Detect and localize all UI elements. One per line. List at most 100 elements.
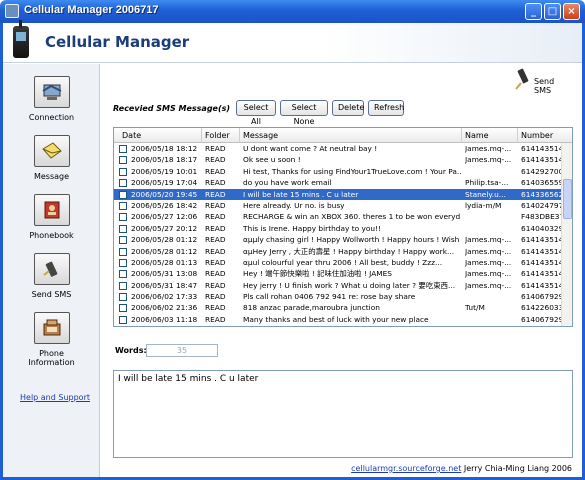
column-header-date[interactable]: Date <box>114 128 202 143</box>
row-checkbox[interactable] <box>119 236 127 245</box>
cell-name: lydia-m/M <box>465 200 502 210</box>
table-row[interactable]: 2006/06/03 11:18 READ Many thanks and best… <box>114 314 562 325</box>
send-sms-icon <box>33 253 70 285</box>
cell-message: RECHARGE & win an XBOX 360. theres 1 to … <box>243 212 461 222</box>
row-checkbox[interactable] <box>119 167 127 176</box>
cell-number: 6141435146 <box>521 246 561 256</box>
row-checkbox[interactable] <box>119 201 127 210</box>
row-checkbox[interactable] <box>119 156 127 165</box>
cell-folder: READ <box>205 178 226 188</box>
cell-folder: READ <box>205 246 226 256</box>
cell-date: 2006/06/03 11:18 <box>131 314 198 324</box>
row-checkbox[interactable] <box>119 293 127 302</box>
table-row[interactable]: 2006/06/02 21:36 READ 818 anzac parade,mar… <box>114 302 562 313</box>
cell-number: 6141435146 <box>521 144 561 153</box>
table-row[interactable]: 2006/06/03 21:22 READ αμμWhen u come, wait… <box>114 325 562 326</box>
table-row[interactable]: 2006/05/18 18:12 READ U dont want come ? A… <box>114 143 562 154</box>
table-row[interactable]: 2006/05/19 17:04 READ do you have work ema… <box>114 177 562 188</box>
sidebar-item-phonebook[interactable]: Phonebook <box>3 194 100 240</box>
cell-date: 2006/05/19 17:04 <box>131 178 198 188</box>
table-row[interactable]: 2006/05/26 18:42 READ Here already. Ur no.… <box>114 200 562 211</box>
cell-date: 2006/06/02 17:33 <box>131 292 198 302</box>
column-header-number[interactable]: Number <box>518 128 572 143</box>
row-checkbox[interactable] <box>119 190 127 199</box>
table-row[interactable]: 2006/05/19 10:01 READ Hi test, Thanks for … <box>114 166 562 177</box>
app-title: Cellular Manager <box>45 33 190 51</box>
mobile-phone-icon <box>13 20 29 58</box>
close-button[interactable]: × <box>563 3 580 20</box>
delete-button[interactable]: Delete <box>332 100 364 116</box>
table-row[interactable]: 2006/05/20 19:45 READ I will be late 15 mi… <box>114 188 562 200</box>
cell-date: 2006/05/31 13:08 <box>131 269 198 279</box>
cell-date: 2006/05/26 18:42 <box>131 200 198 210</box>
table-row[interactable]: 2006/05/28 01:12 READ αμHey Jerry , 大正的壽星 … <box>114 246 562 257</box>
column-header-name[interactable]: Name <box>462 128 518 143</box>
cell-folder: READ <box>205 223 226 233</box>
cell-folder: READ <box>205 257 226 267</box>
title-bar[interactable]: Cellular Manager 2006717 _ □ × <box>0 0 585 23</box>
cell-message: I will be late 15 mins . C u later <box>243 189 359 199</box>
cell-date: 2006/05/19 10:01 <box>131 166 198 176</box>
refresh-button[interactable]: Refresh <box>368 100 404 116</box>
row-checkbox[interactable] <box>119 258 127 267</box>
table-row[interactable]: 2006/05/31 18:47 READ Hey jerry ! U finish… <box>114 280 562 291</box>
connection-icon <box>33 76 70 108</box>
message-icon <box>33 135 70 167</box>
send-sms-shortcut[interactable]: Send SMS <box>512 67 572 95</box>
vertical-scrollbar[interactable] <box>561 143 572 326</box>
cell-name: James.mq-... <box>465 235 512 245</box>
maximize-button[interactable]: □ <box>544 3 561 20</box>
cell-number: 6141435146 <box>521 280 561 290</box>
sidebar-item-send-sms[interactable]: Send SMS <box>3 253 100 299</box>
table-row[interactable]: 2006/05/28 01:13 READ αμul colourful year … <box>114 257 562 268</box>
help-and-support-link[interactable]: Help and Support <box>20 393 90 402</box>
sidebar-item-connection[interactable]: Connection <box>3 76 100 122</box>
row-checkbox[interactable] <box>119 179 127 188</box>
cell-message: Many thanks and best of luck with your n… <box>243 314 429 324</box>
cell-number: 6143365624 <box>521 189 561 199</box>
row-checkbox[interactable] <box>119 247 127 256</box>
row-checkbox[interactable] <box>119 304 127 313</box>
cell-name: James.mq-... <box>465 144 512 153</box>
cell-folder: READ <box>205 212 226 222</box>
select-all-button[interactable]: Select All <box>236 100 276 126</box>
column-header-message[interactable]: Message <box>240 128 462 143</box>
window-title: Cellular Manager 2006717 <box>24 4 159 16</box>
cell-number: 6140365594 <box>521 178 561 188</box>
row-checkbox[interactable] <box>119 270 127 279</box>
sidebar-item-phone-information[interactable]: Phone Information <box>3 312 100 367</box>
row-checkbox[interactable] <box>119 315 127 324</box>
table-row[interactable]: 2006/05/28 01:12 READ αμμly chasing girl !… <box>114 234 562 245</box>
cell-message: U dont want come ? At neutral bay ! <box>243 144 378 153</box>
row-checkbox[interactable] <box>119 145 127 153</box>
cell-folder: READ <box>205 200 226 210</box>
cell-folder: READ <box>205 303 226 313</box>
cell-name: Stanely.u... <box>465 189 506 199</box>
cell-message: This is Irene. Happy birthday to you!! <box>243 223 382 233</box>
row-checkbox[interactable] <box>119 281 127 290</box>
cell-name: James.mq-... <box>465 325 517 326</box>
message-preview[interactable]: I will be late 15 mins . C u later <box>113 370 573 458</box>
cell-date: 2006/05/28 01:13 <box>131 257 198 267</box>
table-row[interactable]: 2006/05/31 13:08 READ Hey ! 端午節快樂啦 ! 記味住加油… <box>114 268 562 279</box>
sidebar-item-label: Phone Information <box>28 349 75 367</box>
cell-number: 6141435146 <box>521 325 561 326</box>
column-header-folder[interactable]: Folder <box>202 128 240 143</box>
table-row[interactable]: 2006/05/18 18:17 READ Ok see u soon ! James… <box>114 154 562 165</box>
scrollbar-thumb[interactable] <box>563 179 572 219</box>
sourceforge-link[interactable]: cellularmgr.sourceforge.net <box>351 464 461 473</box>
table-row[interactable]: 2006/05/27 12:06 READ RECHARGE & win an XB… <box>114 211 562 222</box>
row-checkbox[interactable] <box>119 213 127 222</box>
cell-date: 2006/06/02 21:36 <box>131 303 198 313</box>
table-row[interactable]: 2006/06/02 17:33 READ Pls call rohan 0406 … <box>114 291 562 302</box>
cell-name: Tut/M <box>465 303 485 313</box>
sidebar-item-message[interactable]: Message <box>3 135 100 181</box>
sidebar: Connection Message Phonebook Send SMS Ph… <box>3 64 100 477</box>
table-row[interactable]: 2006/05/27 20:12 READ This is Irene. Happy… <box>114 223 562 234</box>
cell-number: 6141435146 <box>521 235 561 245</box>
row-checkbox[interactable] <box>119 224 127 233</box>
minimize-button[interactable]: _ <box>525 3 542 20</box>
cell-message: Hey ! 端午節快樂啦 ! 記味住加油啦 ! JAMES <box>243 269 392 279</box>
sms-table[interactable]: Date Folder Message Name Number 2006/05/… <box>113 127 573 327</box>
select-none-button[interactable]: Select None <box>280 100 328 126</box>
